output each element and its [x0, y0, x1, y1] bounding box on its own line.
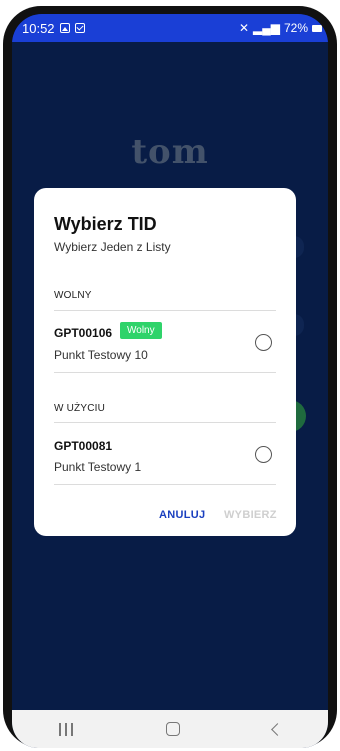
- radio-button[interactable]: [255, 446, 272, 463]
- divider: [54, 422, 276, 423]
- home-icon[interactable]: [165, 722, 180, 736]
- divider: [54, 310, 276, 311]
- section-label-free: WOLNY: [54, 290, 92, 301]
- gallery-icon: [59, 23, 70, 33]
- battery-level: 72%: [283, 21, 308, 35]
- terminal-name: Punkt Testowy 1: [54, 460, 142, 474]
- section-label-in-use: W UŻYCIU: [54, 403, 106, 414]
- select-tid-dialog: Wybierz TID Wybierz Jeden z Listy WOLNY …: [34, 188, 296, 536]
- checkbox-icon: [74, 23, 85, 33]
- recent-apps-icon[interactable]: [58, 722, 73, 736]
- status-bar: 10:52 ✕ ▂▄▆ 72%: [12, 14, 328, 42]
- navigation-bar: [12, 710, 328, 748]
- choose-button[interactable]: WYBIERZ: [224, 509, 277, 521]
- divider: [54, 372, 276, 373]
- terminal-name: Punkt Testowy 10: [54, 348, 148, 362]
- mute-icon: ✕: [238, 21, 249, 35]
- dialog-title: Wybierz TID: [54, 214, 157, 234]
- status-badge: Wolny: [120, 322, 162, 339]
- radio-button[interactable]: [255, 334, 272, 351]
- terminal-id: GPT00106: [54, 326, 113, 340]
- signal-icon: ▂▄▆: [253, 21, 280, 35]
- dialog-subtitle: Wybierz Jeden z Listy: [54, 240, 171, 254]
- divider: [54, 484, 276, 485]
- battery-icon: [312, 24, 322, 32]
- terminal-id: GPT00081: [54, 439, 113, 453]
- cancel-button[interactable]: ANULUJ: [159, 509, 205, 521]
- back-icon[interactable]: [270, 722, 284, 736]
- status-right: ✕ ▂▄▆ 72%: [239, 21, 322, 35]
- status-left: 10:52: [22, 21, 85, 36]
- status-time: 10:52: [22, 20, 55, 36]
